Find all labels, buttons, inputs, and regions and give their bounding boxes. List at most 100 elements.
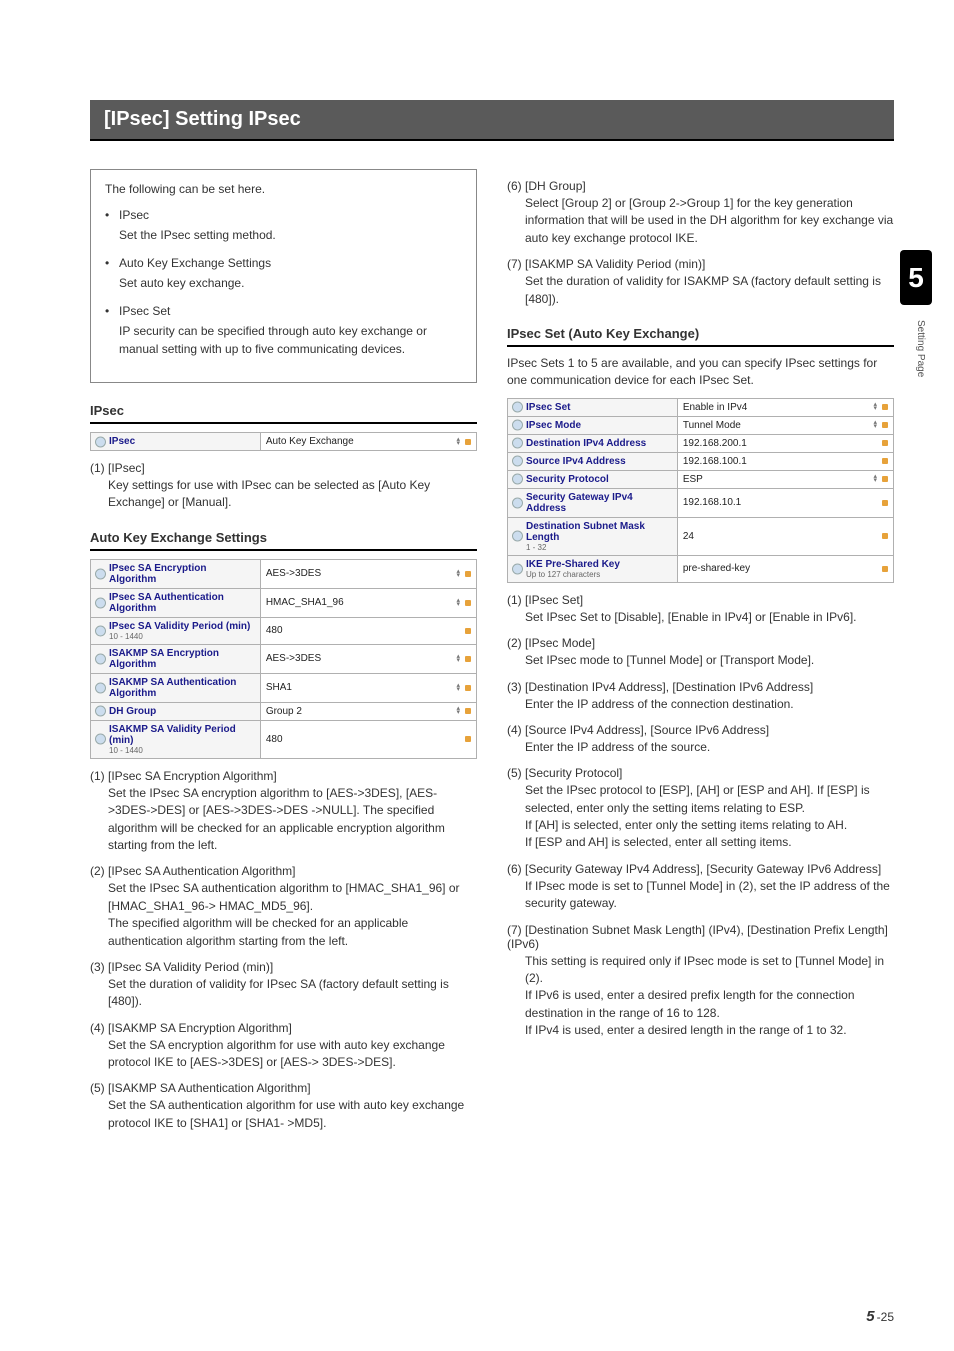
setting-value[interactable]: 192.168.200.1: [677, 434, 893, 452]
setting-label: IPsec SA Validity Period (min)10 - 1440: [91, 617, 261, 644]
param-body: This setting is required only if IPsec m…: [507, 953, 894, 1040]
setting-value[interactable]: AES->3DES▴▾: [260, 644, 476, 673]
status-dot-icon: [465, 708, 471, 714]
footer-chapter: 5: [866, 1308, 874, 1325]
parameter: (5) [ISAKMP SA Authentication Algorithm]…: [90, 1081, 477, 1132]
param-name: [IPsec Set]: [525, 593, 583, 607]
right-column: (6) [DH Group]Select [Group 2] or [Group…: [507, 169, 894, 1311]
intro-item: IPsec SetIP security can be specified th…: [105, 302, 462, 358]
parameter: (6) [DH Group]Select [Group 2] or [Group…: [507, 179, 894, 247]
table-row: IPsecAuto Key Exchange▴▾: [91, 433, 477, 451]
table-row: IPsec SA Validity Period (min)10 - 14404…: [91, 617, 477, 644]
setting-value[interactable]: Tunnel Mode▴▾: [677, 416, 893, 434]
param-name: [ISAKMP SA Encryption Algorithm]: [108, 1021, 292, 1035]
section-ipsec: IPsec: [90, 403, 477, 424]
param-num: (7): [507, 923, 522, 937]
param-body: Set IPsec Set to [Disable], [Enable in I…: [507, 609, 894, 626]
parameter: (3) [Destination IPv4 Address], [Destina…: [507, 680, 894, 713]
intro-item-title: IPsec: [119, 206, 462, 224]
param-name: [Source IPv4 Address], [Source IPv6 Addr…: [525, 723, 769, 737]
dropdown-arrows-icon: ▴▾: [873, 475, 877, 483]
table-row: Destination Subnet Mask Length1 - 3224: [508, 517, 894, 555]
table-row: Security Gateway IPv4 Address192.168.10.…: [508, 488, 894, 517]
param-name: [DH Group]: [525, 179, 586, 193]
status-dot-icon: [465, 656, 471, 662]
param-num: (2): [507, 636, 522, 650]
setting-value[interactable]: 480: [260, 617, 476, 644]
parameter: (3) [IPsec SA Validity Period (min)]Set …: [90, 960, 477, 1011]
footer-page: 25: [881, 1310, 894, 1324]
parameter: (4) [ISAKMP SA Encryption Algorithm]Set …: [90, 1021, 477, 1072]
status-dot-icon: [882, 533, 888, 539]
setting-label: IPsec SA Encryption Algorithm: [91, 559, 261, 588]
setting-label: ISAKMP SA Validity Period (min)10 - 1440: [91, 720, 261, 758]
param-body: Set the SA authentication algorithm for …: [90, 1097, 477, 1132]
param-body: Enter the IP address of the connection d…: [507, 696, 894, 713]
param-body: Key settings for use with IPsec can be s…: [90, 477, 477, 512]
setting-value[interactable]: Auto Key Exchange▴▾: [260, 433, 476, 451]
setting-label: IKE Pre-Shared KeyUp to 127 characters: [508, 555, 678, 582]
setting-value[interactable]: 24: [677, 517, 893, 555]
param-num: (6): [507, 862, 522, 876]
status-dot-icon: [882, 422, 888, 428]
parameter: (6) [Security Gateway IPv4 Address], [Se…: [507, 862, 894, 913]
setting-label: IPsec Mode: [508, 416, 678, 434]
setting-label: Source IPv4 Address: [508, 452, 678, 470]
param-num: (1): [90, 461, 105, 475]
dropdown-arrows-icon: ▴▾: [456, 570, 460, 578]
param-body: If IPsec mode is set to [Tunnel Mode] in…: [507, 878, 894, 913]
param-name: [IPsec Mode]: [525, 636, 595, 650]
param-body: Set the IPsec protocol to [ESP], [AH] or…: [507, 782, 894, 852]
dropdown-arrows-icon: ▴▾: [456, 599, 460, 607]
setting-value[interactable]: 480: [260, 720, 476, 758]
setting-label: ISAKMP SA Encryption Algorithm: [91, 644, 261, 673]
param-name: [Destination Subnet Mask Length] (IPv4),…: [507, 923, 888, 951]
ipsec-set-intro: IPsec Sets 1 to 5 are available, and you…: [507, 355, 894, 390]
status-dot-icon: [882, 566, 888, 572]
parameter: (4) [Source IPv4 Address], [Source IPv6 …: [507, 723, 894, 756]
param-body: Set the IPsec SA encryption algorithm to…: [90, 785, 477, 855]
setting-value[interactable]: SHA1▴▾: [260, 673, 476, 702]
status-dot-icon: [465, 736, 471, 742]
param-name: [ISAKMP SA Authentication Algorithm]: [108, 1081, 311, 1095]
status-dot-icon: [465, 571, 471, 577]
intro-box: The following can be set here. IPsecSet …: [90, 169, 477, 383]
setting-value[interactable]: Group 2▴▾: [260, 702, 476, 720]
setting-value[interactable]: 192.168.10.1: [677, 488, 893, 517]
dropdown-arrows-icon: ▴▾: [456, 438, 460, 446]
param-num: (5): [90, 1081, 105, 1095]
param-num: (4): [90, 1021, 105, 1035]
setting-value[interactable]: AES->3DES▴▾: [260, 559, 476, 588]
setting-value[interactable]: pre-shared-key: [677, 555, 893, 582]
param-name: [Destination IPv4 Address], [Destination…: [525, 680, 813, 694]
status-dot-icon: [882, 404, 888, 410]
param-num: (3): [90, 960, 105, 974]
table-row: Security ProtocolESP▴▾: [508, 470, 894, 488]
table-row: ISAKMP SA Validity Period (min)10 - 1440…: [91, 720, 477, 758]
setting-value[interactable]: 192.168.100.1: [677, 452, 893, 470]
param-name: [ISAKMP SA Validity Period (min)]: [525, 257, 705, 271]
dropdown-arrows-icon: ▴▾: [456, 684, 460, 692]
param-body: Set the duration of validity for IPsec S…: [90, 976, 477, 1011]
chapter-tab: 5: [900, 250, 932, 305]
param-ipsec: (1) [IPsec] Key settings for use with IP…: [90, 461, 477, 512]
param-name: [Security Protocol]: [525, 766, 622, 780]
parameter: (7) [Destination Subnet Mask Length] (IP…: [507, 923, 894, 1040]
setting-value[interactable]: HMAC_SHA1_96▴▾: [260, 588, 476, 617]
setting-value[interactable]: Enable in IPv4▴▾: [677, 398, 893, 416]
param-name: [IPsec SA Authentication Algorithm]: [108, 864, 295, 878]
param-body: Set the duration of validity for ISAKMP …: [507, 273, 894, 308]
section-ake: Auto Key Exchange Settings: [90, 530, 477, 551]
status-dot-icon: [882, 500, 888, 506]
dropdown-arrows-icon: ▴▾: [873, 403, 877, 411]
param-name: [Security Gateway IPv4 Address], [Securi…: [525, 862, 881, 876]
status-dot-icon: [882, 476, 888, 482]
left-column: The following can be set here. IPsecSet …: [90, 169, 477, 1311]
table-row: IPsec ModeTunnel Mode▴▾: [508, 416, 894, 434]
page-footer: 5-25: [866, 1308, 894, 1325]
param-num: (1): [507, 593, 522, 607]
status-dot-icon: [465, 685, 471, 691]
intro-item: IPsecSet the IPsec setting method.: [105, 206, 462, 244]
setting-value[interactable]: ESP▴▾: [677, 470, 893, 488]
intro-item-desc: IP security can be specified through aut…: [119, 322, 462, 358]
